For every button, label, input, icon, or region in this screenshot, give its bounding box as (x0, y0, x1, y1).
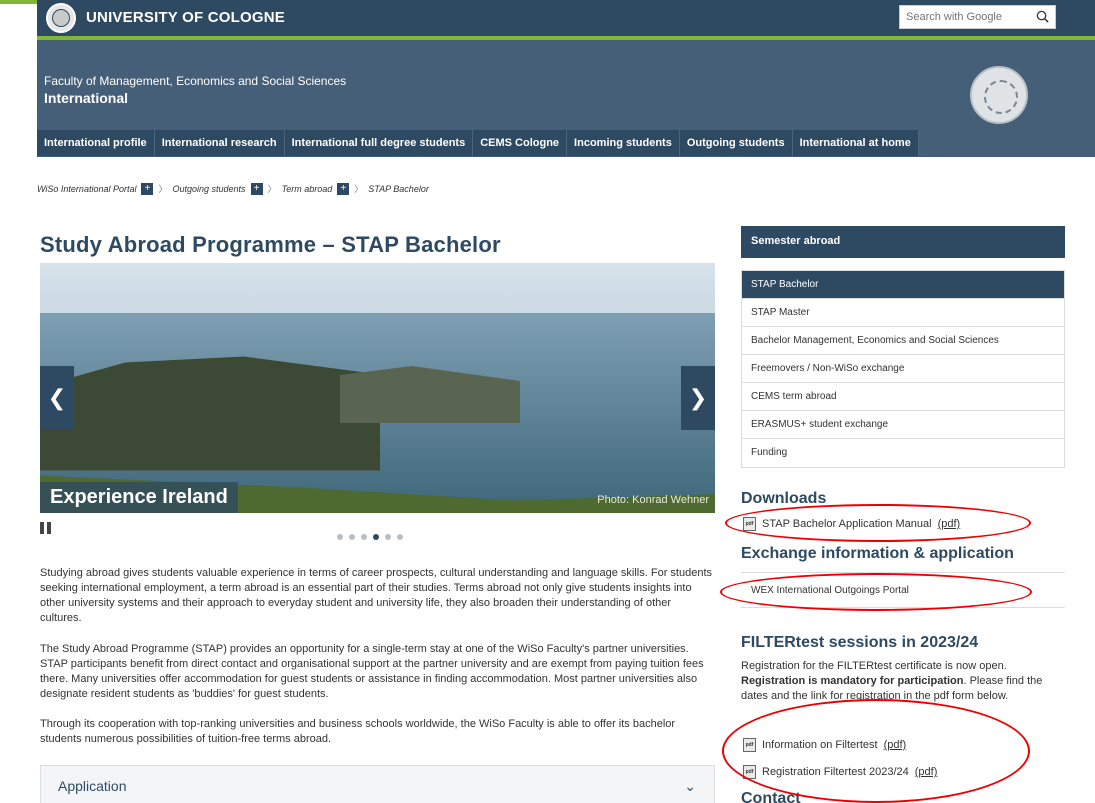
breadcrumb-item[interactable]: WiSo International Portal (37, 184, 136, 194)
search-icon[interactable] (1036, 10, 1049, 23)
faculty-name[interactable]: Faculty of Management, Economics and Soc… (44, 74, 346, 88)
slider-dot[interactable] (385, 534, 391, 540)
stap-paragraph: The Study Abroad Programme (STAP) provid… (40, 643, 704, 700)
expand-plus-icon[interactable]: + (250, 182, 263, 195)
download-link-application-manual[interactable]: pdf STAP Bachelor Application Manual (pd… (743, 517, 960, 531)
sidebar-item-bachelor-mess[interactable]: Bachelor Management, Economics and Socia… (742, 327, 1064, 355)
exchange-heading: Exchange information & application (741, 545, 1014, 562)
expand-plus-icon[interactable]: + (141, 182, 154, 195)
expand-plus-icon[interactable]: + (337, 182, 350, 195)
photo-credit: Photo: Konrad Wehner (597, 494, 709, 506)
accordion-label: Application (58, 778, 127, 794)
sidebar-item-cems[interactable]: CEMS term abroad (742, 383, 1064, 411)
intro-paragraph: Studying abroad gives students valuable … (40, 567, 712, 624)
faculty-seal-logo (970, 66, 1028, 124)
breadcrumb-separator-icon: 〉 (267, 184, 277, 194)
contact-heading: Contact (741, 790, 801, 803)
slider-dot[interactable] (337, 534, 343, 540)
slider-dot[interactable] (361, 534, 367, 540)
nav-item-international-profile[interactable]: International profile (37, 130, 155, 156)
slider-dot[interactable] (397, 534, 403, 540)
breadcrumb-separator-icon: 〉 (158, 184, 168, 194)
pause-icon[interactable] (40, 522, 54, 534)
main-navigation: International profile International rese… (37, 130, 919, 156)
image-slider: ❮ ❯ Experience Ireland Photo: Konrad Weh… (40, 263, 715, 513)
wex-portal-link[interactable]: WEX International Outgoings Portal (751, 585, 909, 596)
nav-item-cems-cologne[interactable]: CEMS Cologne (473, 130, 568, 156)
breadcrumb-separator-icon: 〉 (354, 184, 364, 194)
search-input[interactable] (906, 11, 1026, 23)
sidebar-item-erasmus[interactable]: ERASMUS+ student exchange (742, 411, 1064, 439)
cooperation-paragraph: Through its cooperation with top-ranking… (40, 718, 676, 745)
university-name[interactable]: UNIVERSITY OF COLOGNE (86, 9, 285, 26)
page-title: Study Abroad Programme – STAP Bachelor (40, 232, 501, 257)
nav-item-outgoing-students[interactable]: Outgoing students (680, 130, 793, 156)
downloads-heading: Downloads (741, 490, 827, 507)
search-box[interactable] (899, 5, 1056, 29)
sidebar-item-funding[interactable]: Funding (742, 439, 1064, 467)
pdf-file-icon: pdf (743, 738, 756, 752)
pdf-file-icon: pdf (743, 765, 756, 779)
accent-tab (0, 0, 37, 36)
slider-prev-button[interactable]: ❮ (40, 366, 74, 430)
slider-dot[interactable] (373, 534, 379, 540)
divider (741, 572, 1065, 573)
university-seal-logo[interactable] (46, 3, 76, 33)
section-title[interactable]: International (44, 90, 128, 106)
download-link-filtertest-info[interactable]: pdf Information on Filtertest (pdf) (743, 738, 906, 752)
slide-caption: Experience Ireland (40, 482, 238, 513)
divider (741, 607, 1065, 608)
breadcrumb-item[interactable]: Term abroad (282, 184, 333, 194)
breadcrumb: WiSo International Portal + 〉 Outgoing s… (37, 182, 429, 195)
sidebar-heading: Semester abroad (741, 226, 1065, 258)
nav-item-incoming-students[interactable]: Incoming students (567, 130, 680, 156)
nav-item-international-research[interactable]: International research (155, 130, 285, 156)
sidebar-item-stap-bachelor[interactable]: STAP Bachelor (742, 271, 1064, 299)
accordion-application[interactable]: Application ⌄ (40, 765, 715, 803)
nav-item-international-at-home[interactable]: International at home (793, 130, 919, 156)
breadcrumb-current: STAP Bachelor (368, 183, 429, 194)
filtertest-description: Registration for the FILTERtest certific… (741, 660, 1043, 702)
sidebar-menu: STAP Bachelor STAP Master Bachelor Manag… (741, 270, 1065, 468)
download-link-filtertest-registration[interactable]: pdf Registration Filtertest 2023/24 (pdf… (743, 765, 937, 779)
sidebar-item-stap-master[interactable]: STAP Master (742, 299, 1064, 327)
sidebar-item-freemovers[interactable]: Freemovers / Non-WiSo exchange (742, 355, 1064, 383)
slider-dot[interactable] (349, 534, 355, 540)
pdf-file-icon: pdf (743, 517, 756, 531)
slider-next-button[interactable]: ❯ (681, 366, 715, 430)
filtertest-heading: FILTERtest sessions in 2023/24 (741, 634, 979, 651)
chevron-down-icon: ⌄ (684, 778, 696, 794)
slider-dots (337, 534, 403, 540)
nav-item-full-degree-students[interactable]: International full degree students (285, 130, 474, 156)
breadcrumb-item[interactable]: Outgoing students (173, 184, 246, 194)
